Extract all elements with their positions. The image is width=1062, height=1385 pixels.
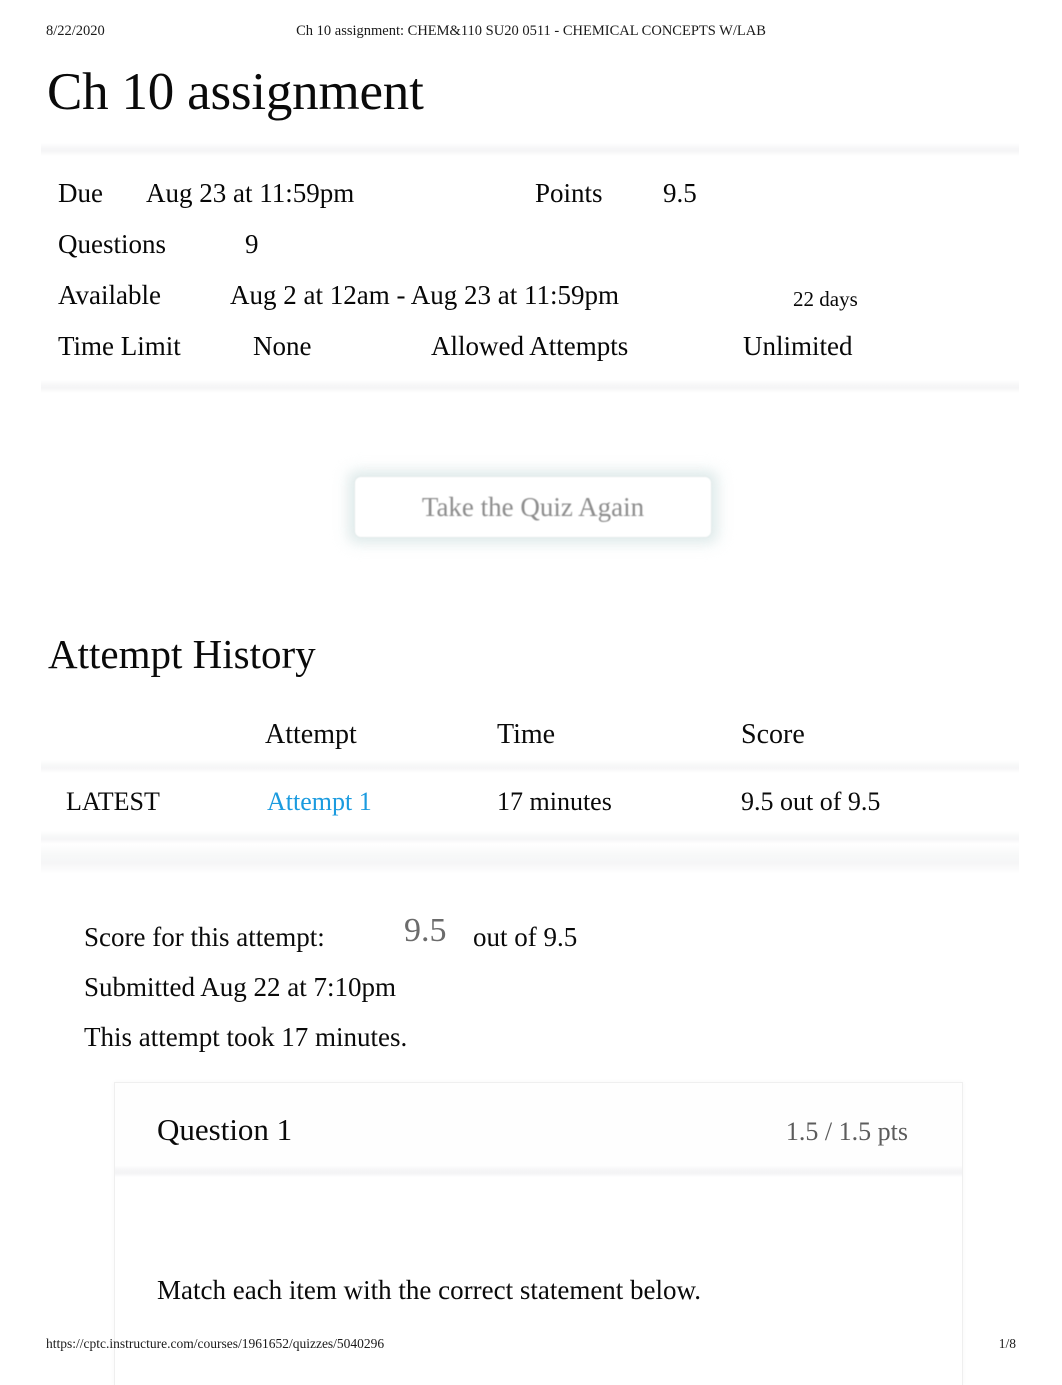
detail-row-time-limit: Time Limit None Allowed Attempts Unlimit…: [58, 321, 988, 372]
attempt-history-heading: Attempt History: [48, 631, 316, 677]
column-header-score: Score: [741, 719, 805, 750]
quiz-details-bottom-divider: [41, 380, 1019, 393]
question-header: Question 1 1.5 / 1.5 pts: [115, 1083, 962, 1177]
column-header-attempt: Attempt: [265, 719, 357, 750]
detail-row-available: Available Aug 2 at 12am - Aug 23 at 11:5…: [58, 270, 988, 321]
question-body: Match each item with the correct stateme…: [115, 1177, 962, 1385]
score-for-attempt-label: Score for this attempt:: [84, 922, 325, 952]
question-header-divider: [115, 1165, 962, 1177]
score-value: 9.5: [404, 912, 447, 949]
print-header: 8/22/2020 Ch 10 assignment: CHEM&110 SU2…: [0, 22, 1062, 40]
take-quiz-again-button[interactable]: Take the Quiz Again: [354, 476, 712, 538]
print-page-title: Ch 10 assignment: CHEM&110 SU20 0511 - C…: [296, 23, 766, 39]
attempt-history-table: Attempt Time Score LATEST Attempt 1 17 m…: [41, 712, 1019, 874]
attempt-score-cell: 9.5 out of 9.5: [741, 787, 881, 816]
time-limit-label: Time Limit: [58, 331, 181, 361]
table-header-divider: [41, 760, 1019, 773]
allowed-attempts-label: Allowed Attempts: [431, 331, 629, 361]
page-title: Ch 10 assignment: [47, 63, 424, 121]
points-value: 9.5: [663, 178, 697, 208]
question-points: 1.5 / 1.5 pts: [785, 1117, 908, 1146]
quiz-details-top-divider: [41, 143, 1019, 156]
table-row: LATEST Attempt 1 17 minutes 9.5 out of 9…: [41, 773, 1019, 831]
score-out-of: out of 9.5: [473, 922, 578, 952]
print-footer: https://cptc.instructure.com/courses/196…: [0, 1335, 1062, 1353]
table-bottom-divider: [41, 844, 1019, 874]
attempt-duration-line: This attempt took 17 minutes.: [84, 1022, 408, 1052]
attempt-kept-badge: LATEST: [66, 787, 160, 816]
allowed-attempts-value: Unlimited: [743, 331, 853, 361]
detail-row-due: Due Aug 23 at 11:59pm Points 9.5: [58, 168, 988, 219]
question-title: Question 1: [157, 1112, 293, 1147]
attempt-1-link[interactable]: Attempt 1: [265, 773, 374, 831]
column-header-time: Time: [497, 719, 556, 750]
print-footer-page-number: 1/8: [998, 1336, 1016, 1351]
due-label: Due: [58, 178, 103, 208]
take-quiz-again-container[interactable]: Take the Quiz Again: [345, 468, 721, 546]
available-duration: 22 days: [793, 287, 858, 311]
table-header-row: Attempt Time Score: [41, 712, 1019, 760]
detail-row-questions: Questions 9: [58, 219, 988, 270]
score-for-attempt-line: Score for this attempt: 9.5 out of 9.5: [84, 912, 984, 962]
questions-value: 9: [245, 229, 259, 259]
due-value: Aug 23 at 11:59pm: [146, 178, 355, 208]
quiz-details: Due Aug 23 at 11:59pm Points 9.5 Questio…: [58, 168, 988, 372]
time-limit-value: None: [253, 331, 312, 361]
questions-label: Questions: [58, 229, 166, 259]
score-summary: Score for this attempt: 9.5 out of 9.5 S…: [84, 912, 984, 1062]
question-text: Match each item with the correct stateme…: [157, 1275, 702, 1305]
points-label: Points: [535, 178, 603, 208]
available-value: Aug 2 at 12am - Aug 23 at 11:59pm: [230, 280, 619, 310]
attempt-link-cell[interactable]: Attempt 1: [265, 773, 374, 831]
available-label: Available: [58, 280, 161, 310]
print-footer-url: https://cptc.instructure.com/courses/196…: [46, 1336, 385, 1351]
attempt-time-cell: 17 minutes: [497, 787, 612, 816]
table-row-divider: [41, 831, 1019, 844]
submitted-line: Submitted Aug 22 at 7:10pm: [84, 972, 397, 1002]
